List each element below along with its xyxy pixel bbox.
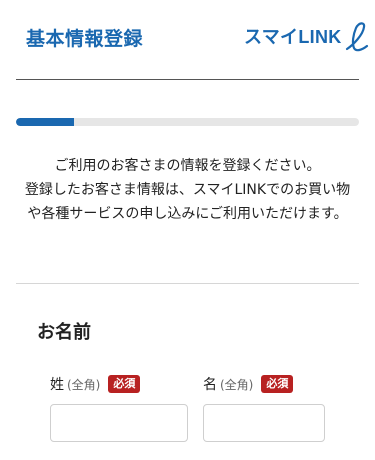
brand-logo[interactable]: スマイLINK — [244, 18, 369, 54]
last-name-label: 姓 — [50, 377, 64, 393]
last-name-field: 姓 (全角) 必須 — [50, 374, 188, 442]
first-name-field: 名 (全角) 必須 — [203, 374, 325, 442]
intro-text: ご利用のお客さまの情報を登録ください。 登録したお客さま情報は、スマイLINKで… — [16, 154, 359, 226]
progress-fill — [16, 118, 75, 126]
first-name-input[interactable] — [203, 404, 325, 442]
first-name-label: 名 — [203, 377, 217, 393]
intro-line-2: 登録したお客さま情報は、スマイLINKでのお買い物や各種サービスの申し込みにご利… — [24, 182, 351, 222]
first-name-label-row: 名 (全角) 必須 — [203, 374, 325, 394]
required-badge: 必須 — [108, 375, 141, 393]
page-title: 基本情報登録 — [26, 28, 144, 50]
header-divider — [16, 79, 359, 80]
required-badge: 必須 — [261, 375, 294, 393]
swirl-l-icon — [345, 22, 368, 52]
section-divider — [16, 283, 359, 284]
progress-bar — [16, 118, 359, 126]
name-section-heading: お名前 — [37, 322, 91, 343]
logo-text: スマイLINK — [244, 27, 342, 47]
intro-line-1: ご利用のお客さまの情報を登録ください。 — [54, 158, 321, 174]
last-name-hint: (全角) — [67, 377, 101, 392]
page-header: 基本情報登録 スマイLINK — [0, 0, 375, 80]
first-name-hint: (全角) — [220, 377, 254, 392]
last-name-input[interactable] — [50, 404, 188, 442]
last-name-label-row: 姓 (全角) 必須 — [50, 374, 188, 394]
